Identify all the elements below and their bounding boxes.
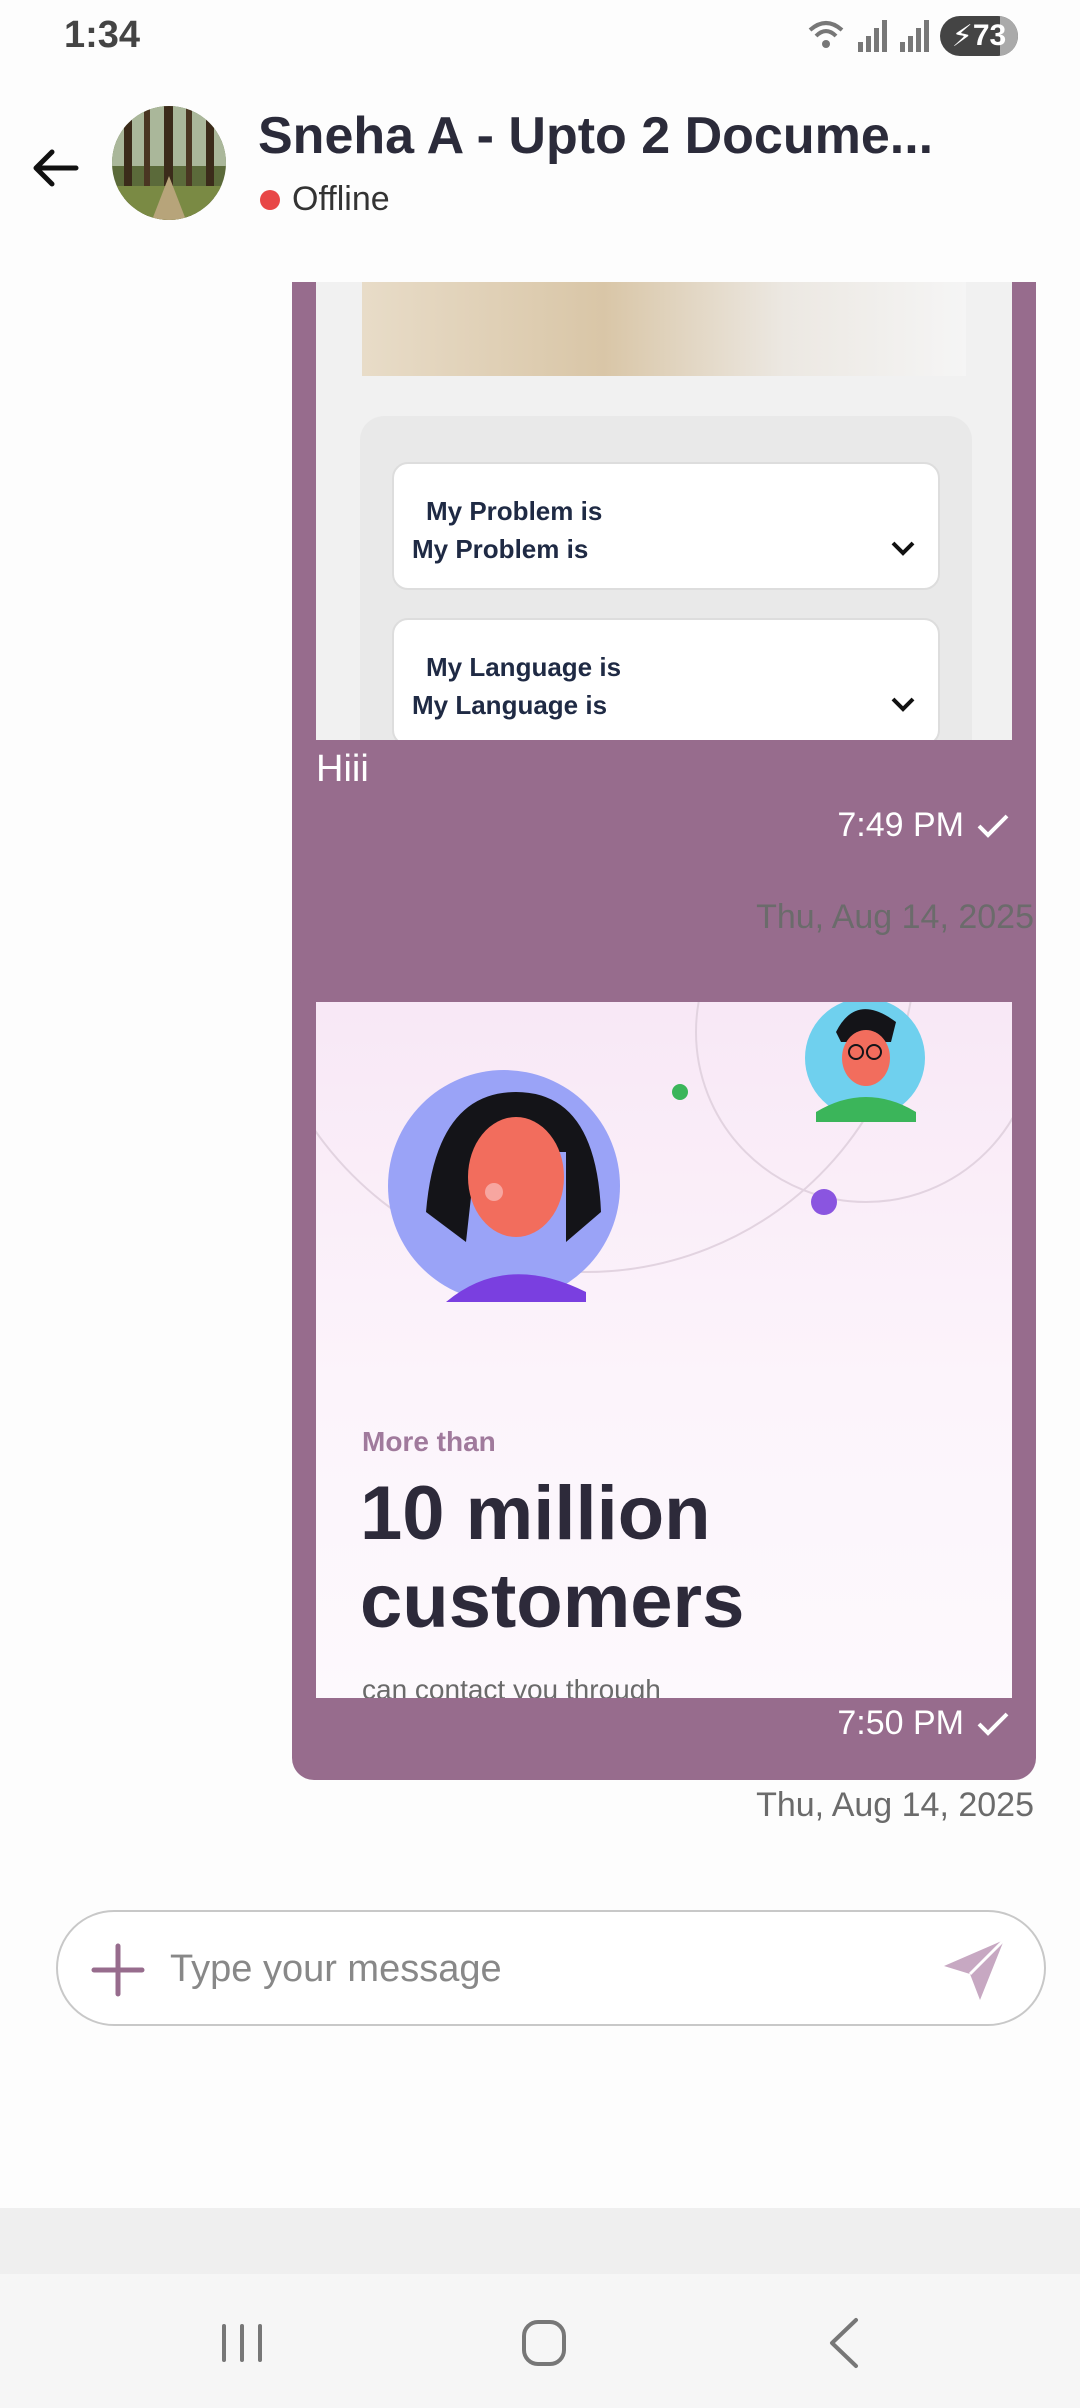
chevron-down-icon (891, 697, 915, 712)
battery-charging-icon: ⚡ 73 (940, 16, 1018, 56)
photo-strip (362, 282, 966, 376)
language-dropdown: My Language is My Language is (392, 618, 940, 740)
message-composer (56, 1910, 1046, 2026)
check-icon (977, 814, 1009, 838)
problem-label: My Problem is (426, 496, 603, 526)
wifi-icon (808, 21, 844, 48)
promo-kicker: More than (362, 1426, 496, 1457)
problem-value: My Problem is (412, 534, 589, 564)
presence-label: Offline (292, 180, 390, 218)
status-time: 1:34 (64, 14, 141, 56)
language-label: My Language is (426, 652, 622, 682)
message-time: 7:49 PM (837, 806, 964, 844)
signal-icon (900, 20, 929, 52)
avatar[interactable] (112, 106, 226, 220)
promo-illustration (316, 1002, 1012, 1302)
promo-headline: 10 million customers (360, 1471, 745, 1644)
message-meta: 7:49 PM (837, 806, 1010, 845)
message-date: Thu, Aug 14, 2025 (756, 898, 1034, 936)
send-icon[interactable] (940, 1936, 1008, 2004)
home-icon[interactable] (504, 2308, 584, 2378)
message-image[interactable]: More than 10 million customers can conta… (316, 1002, 1012, 1698)
battery-level: 73 (972, 19, 1007, 52)
message-bubble[interactable]: More than 10 million customers can conta… (292, 978, 1036, 1780)
promo-subtext: can contact you through (362, 1674, 661, 1698)
chevron-down-icon (891, 541, 915, 556)
chat-messages[interactable]: My Problem is My Problem is My Language … (0, 282, 1080, 1882)
status-bar: 1:34 ⚡ 73 (0, 0, 1080, 72)
presence-status: Offline (260, 180, 390, 219)
arrow-left-icon[interactable] (28, 140, 84, 196)
message-date: Thu, Aug 14, 2025 (756, 1786, 1034, 1824)
signal-icon (858, 20, 887, 52)
back-nav-icon[interactable] (806, 2308, 886, 2378)
recents-icon[interactable] (202, 2308, 282, 2378)
system-nav-bar (0, 2274, 1080, 2408)
message-text: Hiii (316, 748, 369, 790)
chat-header: Sneha A - Upto 2 Docume... Offline (0, 72, 1080, 282)
language-value: My Language is (412, 690, 608, 720)
form-card-image: My Problem is My Problem is My Language … (360, 416, 972, 740)
check-icon (977, 1712, 1009, 1736)
divider-band (0, 2208, 1080, 2274)
message-meta: 7:50 PM (837, 1704, 1010, 1743)
message-image[interactable]: My Problem is My Problem is My Language … (316, 282, 1012, 740)
message-input[interactable] (170, 1936, 930, 2002)
presence-dot (260, 189, 280, 210)
problem-dropdown: My Problem is My Problem is (392, 462, 940, 590)
status-icons: ⚡ 73 (806, 16, 1018, 56)
contact-name[interactable]: Sneha A - Upto 2 Docume... (258, 106, 933, 166)
plus-icon[interactable] (88, 1940, 148, 2000)
message-time: 7:50 PM (837, 1704, 964, 1742)
